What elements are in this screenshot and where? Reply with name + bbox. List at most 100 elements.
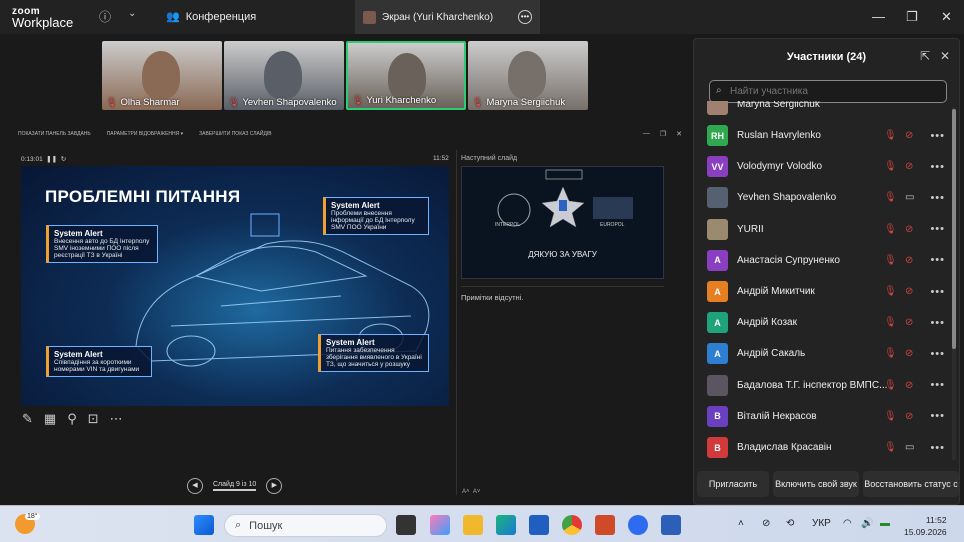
popout-icon[interactable]: ⇱: [920, 49, 930, 63]
chrome-icon[interactable]: [562, 515, 582, 535]
camera-off-icon[interactable]: ⊘: [905, 224, 913, 235]
camera-off-icon[interactable]: ⊘: [905, 317, 913, 328]
chevron-down-icon[interactable]: ⌄: [128, 8, 136, 19]
participant-row[interactable]: A Андрій Сакаль 🎙 ⊘ •••: [704, 338, 949, 369]
mic-muted-icon[interactable]: 🎙: [884, 317, 897, 328]
more-icon[interactable]: •••: [930, 442, 945, 454]
start-icon[interactable]: [194, 515, 214, 535]
camera-off-icon[interactable]: ⊘: [905, 348, 913, 359]
speaker-notes: Примітки відсутні.: [461, 293, 524, 302]
more-icon[interactable]: •••: [518, 10, 532, 24]
participant-row[interactable]: B Віталій Некрасов 🎙 ⊘ •••: [704, 401, 949, 432]
video-thumbnail[interactable]: 🎙 Maryna Sergiichuk: [468, 41, 588, 110]
more-icon[interactable]: •••: [930, 130, 945, 142]
camera-off-icon[interactable]: ⊘: [905, 411, 913, 422]
close-icon[interactable]: ✕: [941, 9, 952, 25]
mic-muted-icon[interactable]: 🎙: [884, 192, 897, 203]
close-icon[interactable]: ✕: [676, 130, 682, 138]
camera-off-icon[interactable]: ⊘: [905, 255, 913, 266]
mic-muted-icon[interactable]: 🎙: [884, 255, 897, 266]
end-slideshow-button[interactable]: ЗАВЕРШИТИ ПОКАЗ СЛАЙДІВ: [199, 131, 271, 137]
camera-off-icon[interactable]: ⊘: [905, 380, 913, 391]
participant-row[interactable]: A Андрій Козак 🎙 ⊘ •••: [704, 307, 949, 338]
more-icon[interactable]: •••: [930, 192, 945, 204]
unmute-self-button[interactable]: Включить свой звук: [773, 471, 859, 497]
participant-video: [264, 51, 302, 99]
edge-icon[interactable]: [496, 515, 516, 535]
wifi-icon[interactable]: ◠: [843, 518, 852, 529]
restore-icon[interactable]: ❐: [660, 130, 666, 138]
participant-row[interactable]: B Владислав Красавін 🎙 ▭ •••: [704, 432, 949, 461]
video-thumbnail[interactable]: 🎙 Yuri Kharchenko: [346, 41, 466, 110]
participant-row[interactable]: VV Volodymyr Volodko 🎙 ⊘ •••: [704, 151, 949, 182]
more-icon[interactable]: •••: [930, 410, 945, 422]
prev-slide-button[interactable]: ◀: [187, 478, 203, 494]
participant-search-input[interactable]: [709, 80, 947, 103]
notes-font-controls[interactable]: A˄ A˅: [462, 489, 480, 495]
mic-muted-icon[interactable]: 🎙: [884, 348, 897, 359]
mic-muted-icon[interactable]: 🎙: [884, 286, 897, 297]
display-settings-button[interactable]: ПАРАМЕТРИ ВІДОБРАЖЕННЯ ▾: [107, 131, 183, 137]
pen-icon[interactable]: ✎: [22, 411, 33, 427]
language-indicator[interactable]: УКР: [812, 518, 831, 529]
camera-icon[interactable]: ▭: [905, 192, 914, 203]
participant-row[interactable]: Maryna Sergiichuk: [704, 101, 949, 120]
word-icon[interactable]: [661, 515, 681, 535]
close-icon[interactable]: ✕: [940, 49, 950, 63]
more-icon[interactable]: •••: [930, 223, 945, 235]
mic-muted-icon[interactable]: 🎙: [884, 224, 897, 235]
more-icon[interactable]: •••: [930, 161, 945, 173]
show-taskbar-button[interactable]: ПОКАЗАТИ ПАНЕЛЬ ЗАВДАНЬ: [18, 131, 91, 137]
system-clock[interactable]: 11:52 15.09.2026: [904, 514, 947, 538]
next-slide-button[interactable]: ▶: [266, 478, 283, 494]
taskbar-search[interactable]: ⌕ Пошук: [224, 514, 387, 537]
participant-row[interactable]: RH Ruslan Havrylenko 🎙 ⊘ •••: [704, 120, 949, 151]
file-explorer-icon[interactable]: [463, 515, 483, 535]
presenter-view-icon[interactable]: ⊡: [88, 411, 99, 427]
more-icon[interactable]: •••: [930, 254, 945, 266]
minimize-icon[interactable]: —: [872, 9, 885, 24]
minimize-icon[interactable]: —: [643, 130, 650, 138]
video-thumbnail[interactable]: 🎙 Olha Sharmar: [102, 41, 222, 110]
camera-off-icon[interactable]: ⊘: [905, 286, 913, 297]
participant-row[interactable]: Бадалова Т.Г. інспектор ВМПС... 🎙 ⊘ •••: [704, 370, 949, 401]
participant-row[interactable]: Yevhen Shapovalenko 🎙 ▭ •••: [704, 182, 949, 213]
volume-icon[interactable]: 🔊: [861, 518, 873, 529]
video-thumbnail[interactable]: 🎙 Yevhen Shapovalenko: [224, 41, 344, 110]
mic-muted-icon[interactable]: 🎙: [884, 130, 897, 141]
chevron-up-icon[interactable]: ˄: [738, 518, 744, 529]
participant-row[interactable]: A Анастасія Супруненко 🎙 ⊘ •••: [704, 245, 949, 276]
task-view-icon[interactable]: [396, 515, 416, 535]
camera-off-icon[interactable]: ⊘: [762, 518, 770, 529]
zoom-app-icon[interactable]: [628, 515, 648, 535]
zoom-icon[interactable]: ⚲: [67, 411, 77, 427]
participant-row[interactable]: YURII 🎙 ⊘ •••: [704, 214, 949, 245]
mic-muted-icon[interactable]: 🎙: [884, 411, 897, 422]
restore-icon[interactable]: ❐: [906, 9, 918, 25]
more-icon[interactable]: •••: [930, 317, 945, 329]
camera-off-icon[interactable]: ⊘: [905, 161, 913, 172]
input-method-icon[interactable]: ⟲: [786, 518, 794, 529]
mic-muted-icon[interactable]: 🎙: [884, 161, 897, 172]
slides-grid-icon[interactable]: ▦: [44, 411, 56, 427]
powerpoint-icon[interactable]: [595, 515, 615, 535]
restore-status-button[interactable]: Восстановить статус с: [863, 471, 959, 497]
scrollbar-thumb[interactable]: [952, 109, 956, 349]
participant-row[interactable]: A Андрій Микитчик 🎙 ⊘ •••: [704, 276, 949, 307]
info-icon[interactable]: ⓘ: [99, 8, 111, 25]
conference-tab[interactable]: 👥 Конференция: [166, 10, 256, 24]
copilot-icon[interactable]: [430, 515, 450, 535]
invite-button[interactable]: Пригласить: [697, 471, 769, 497]
camera-icon[interactable]: ▭: [905, 442, 914, 453]
more-icon[interactable]: •••: [930, 348, 945, 360]
mic-muted-icon[interactable]: 🎙: [884, 442, 897, 453]
store-icon[interactable]: [529, 515, 549, 535]
more-icon[interactable]: •••: [930, 286, 945, 298]
mic-muted-icon[interactable]: 🎙: [884, 380, 897, 391]
battery-icon[interactable]: ▬: [880, 518, 890, 529]
camera-off-icon[interactable]: ⊘: [905, 130, 913, 141]
screen-share-tab[interactable]: Экран (Yuri Kharchenko) •••: [355, 0, 540, 34]
scrollbar[interactable]: [952, 107, 956, 460]
more-icon[interactable]: •••: [930, 379, 945, 391]
more-options-icon[interactable]: ⋯: [110, 411, 123, 427]
